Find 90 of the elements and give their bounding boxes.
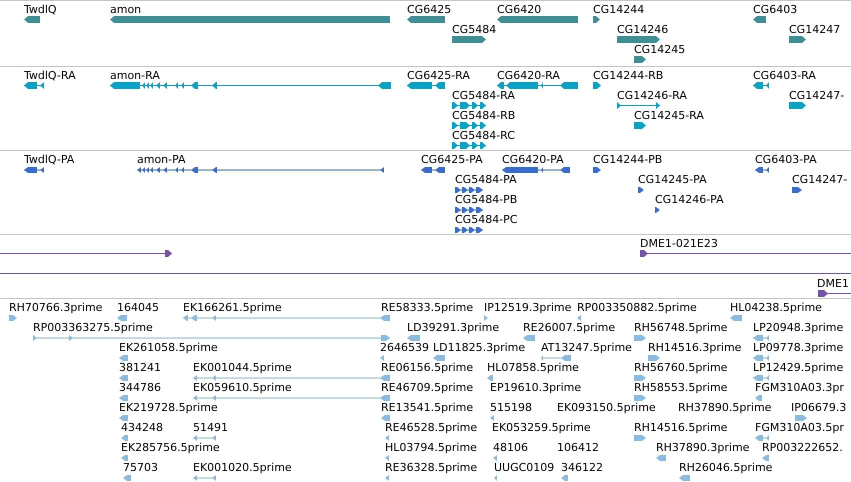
feature-label: EP19610.3prime (490, 381, 582, 394)
feature-label: CG14244 (593, 3, 644, 16)
feature-label: RH37890.5prime (678, 401, 772, 414)
feature-label: CG6420-PA (502, 153, 564, 166)
feature-label: IP12519.3prime (484, 301, 572, 314)
feature-label: RE06156.5prime (381, 361, 474, 374)
feature-label: RE36328.5prime (385, 461, 478, 474)
feature-label: CG14246-RA (617, 89, 687, 102)
feature-label: CG14246 (617, 23, 668, 36)
feature-label: LP20948.3prime (753, 321, 844, 334)
feature-label: CG6425-RA (407, 69, 470, 82)
feature-label: CG14244-PB (593, 153, 662, 166)
feature-label: CG6420 (497, 3, 542, 16)
feature-label: RH14516.3prime (648, 341, 742, 354)
feature-label: 2646539 (380, 341, 429, 354)
feature-label: EK093150.5prime (557, 401, 656, 414)
feature-label: RH56760.5prime (634, 361, 728, 374)
feature-label: CG5484-RB (452, 109, 516, 122)
feature-label: RE46528.5prime (385, 421, 478, 434)
feature-label: CG14247- (789, 89, 844, 102)
feature-label: CG6403 (753, 3, 798, 16)
feature-label: HL07858.5prime (487, 361, 579, 374)
feature-label: TwdlQ-PA (24, 153, 74, 166)
feature-label: CG14245 (634, 43, 686, 56)
feature-label: RH26046.5prime (679, 461, 772, 474)
feature-label: RH37890.3prime (656, 441, 750, 454)
feature-label: RP003222652. (762, 441, 843, 454)
feature-label: RE13541.5prime (381, 401, 474, 414)
feature-label: TwdlQ-RA (24, 69, 76, 82)
feature-label: amon (110, 3, 142, 16)
feature-label: amon-PA (137, 153, 186, 166)
feature-label: DME1 (817, 277, 849, 290)
feature-label: LD39291.3prime (407, 321, 500, 334)
feature-label: CG5484-PC (455, 213, 518, 226)
feature-label: LD11825.3prime (433, 341, 526, 354)
feature-label: RH56748.5prime (634, 321, 728, 334)
feature-label: RE46709.5prime (381, 381, 474, 394)
feature-label: 48106 (493, 441, 528, 454)
feature-label: EK261058.5prime (119, 341, 218, 354)
feature-label: CG6420-RA (497, 69, 560, 82)
feature-label: CG6425-PA (421, 153, 483, 166)
feature-label: LP09778.3prime (753, 341, 844, 354)
feature-label: DME1-021E23 (640, 237, 718, 250)
feature-label: CG14246-PA (655, 193, 724, 206)
feature-label: 164045 (117, 301, 159, 314)
feature-label: 75703 (123, 461, 158, 474)
feature-label: CG6403-RA (753, 69, 816, 82)
feature-label: CG5484-PB (455, 193, 518, 206)
feature-label: EK285756.5prime (121, 441, 220, 454)
feature-label: RP003363275.5prime (33, 321, 153, 334)
feature-label: EK059610.5prime (193, 381, 292, 394)
feature-label: 51491 (193, 421, 228, 434)
feature-label: amon-RA (110, 69, 160, 82)
feature-label: EK001020.5prime (193, 461, 292, 474)
feature-label: FGM310A03.5pr (755, 421, 844, 434)
feature-label: RH14516.5prime (634, 421, 728, 434)
feature-label: CG5484-RA (452, 89, 515, 102)
feature-label: RH58553.5prime (634, 381, 728, 394)
feature-label: 344786 (119, 381, 161, 394)
feature-label: CG14244-RB (593, 69, 664, 82)
feature-label: CG14245-PA (638, 173, 707, 186)
feature-label: EK053259.5prime (492, 421, 591, 434)
feature-label: CG5484-RC (452, 129, 515, 142)
feature-label: IP06679.3 (791, 401, 846, 414)
feature-label: CG6425 (407, 3, 452, 16)
feature-label: CG5484-PA (455, 173, 517, 186)
feature-label: CG14247 (789, 23, 840, 36)
feature-label: UUGC0109 (494, 461, 554, 474)
feature-label: CG6403-PA (755, 153, 817, 166)
feature-label: FGM310A03.3pr (755, 381, 844, 394)
feature-label: CG5484 (452, 23, 496, 36)
feature-label: 346122 (561, 461, 603, 474)
feature-label: 515198 (490, 401, 532, 414)
feature-label: RP003350882.5prime (577, 301, 697, 314)
feature-label: CG14245-RA (634, 109, 704, 122)
feature-label: RE58333.5prime (381, 301, 474, 314)
feature-label: 381241 (119, 361, 161, 374)
feature-label: RE26007.5prime (523, 321, 616, 334)
feature-label: LP12429.5prime (753, 361, 844, 374)
feature-label: RH70766.3prime (9, 301, 102, 314)
feature-label: AT13247.5prime (541, 341, 632, 354)
feature-label: EK219728.5prime (119, 401, 218, 414)
feature-label: 434248 (121, 421, 163, 434)
feature-label: EK166261.5prime (183, 301, 282, 314)
feature-label: TwdlQ (24, 3, 57, 16)
feature-label: 106412 (557, 441, 599, 454)
feature-label: HL03794.5prime (385, 441, 477, 454)
feature-label: HL04238.5prime (730, 301, 822, 314)
feature-label: CG14247- (792, 173, 848, 186)
feature-label: EK001044.5prime (193, 361, 292, 374)
